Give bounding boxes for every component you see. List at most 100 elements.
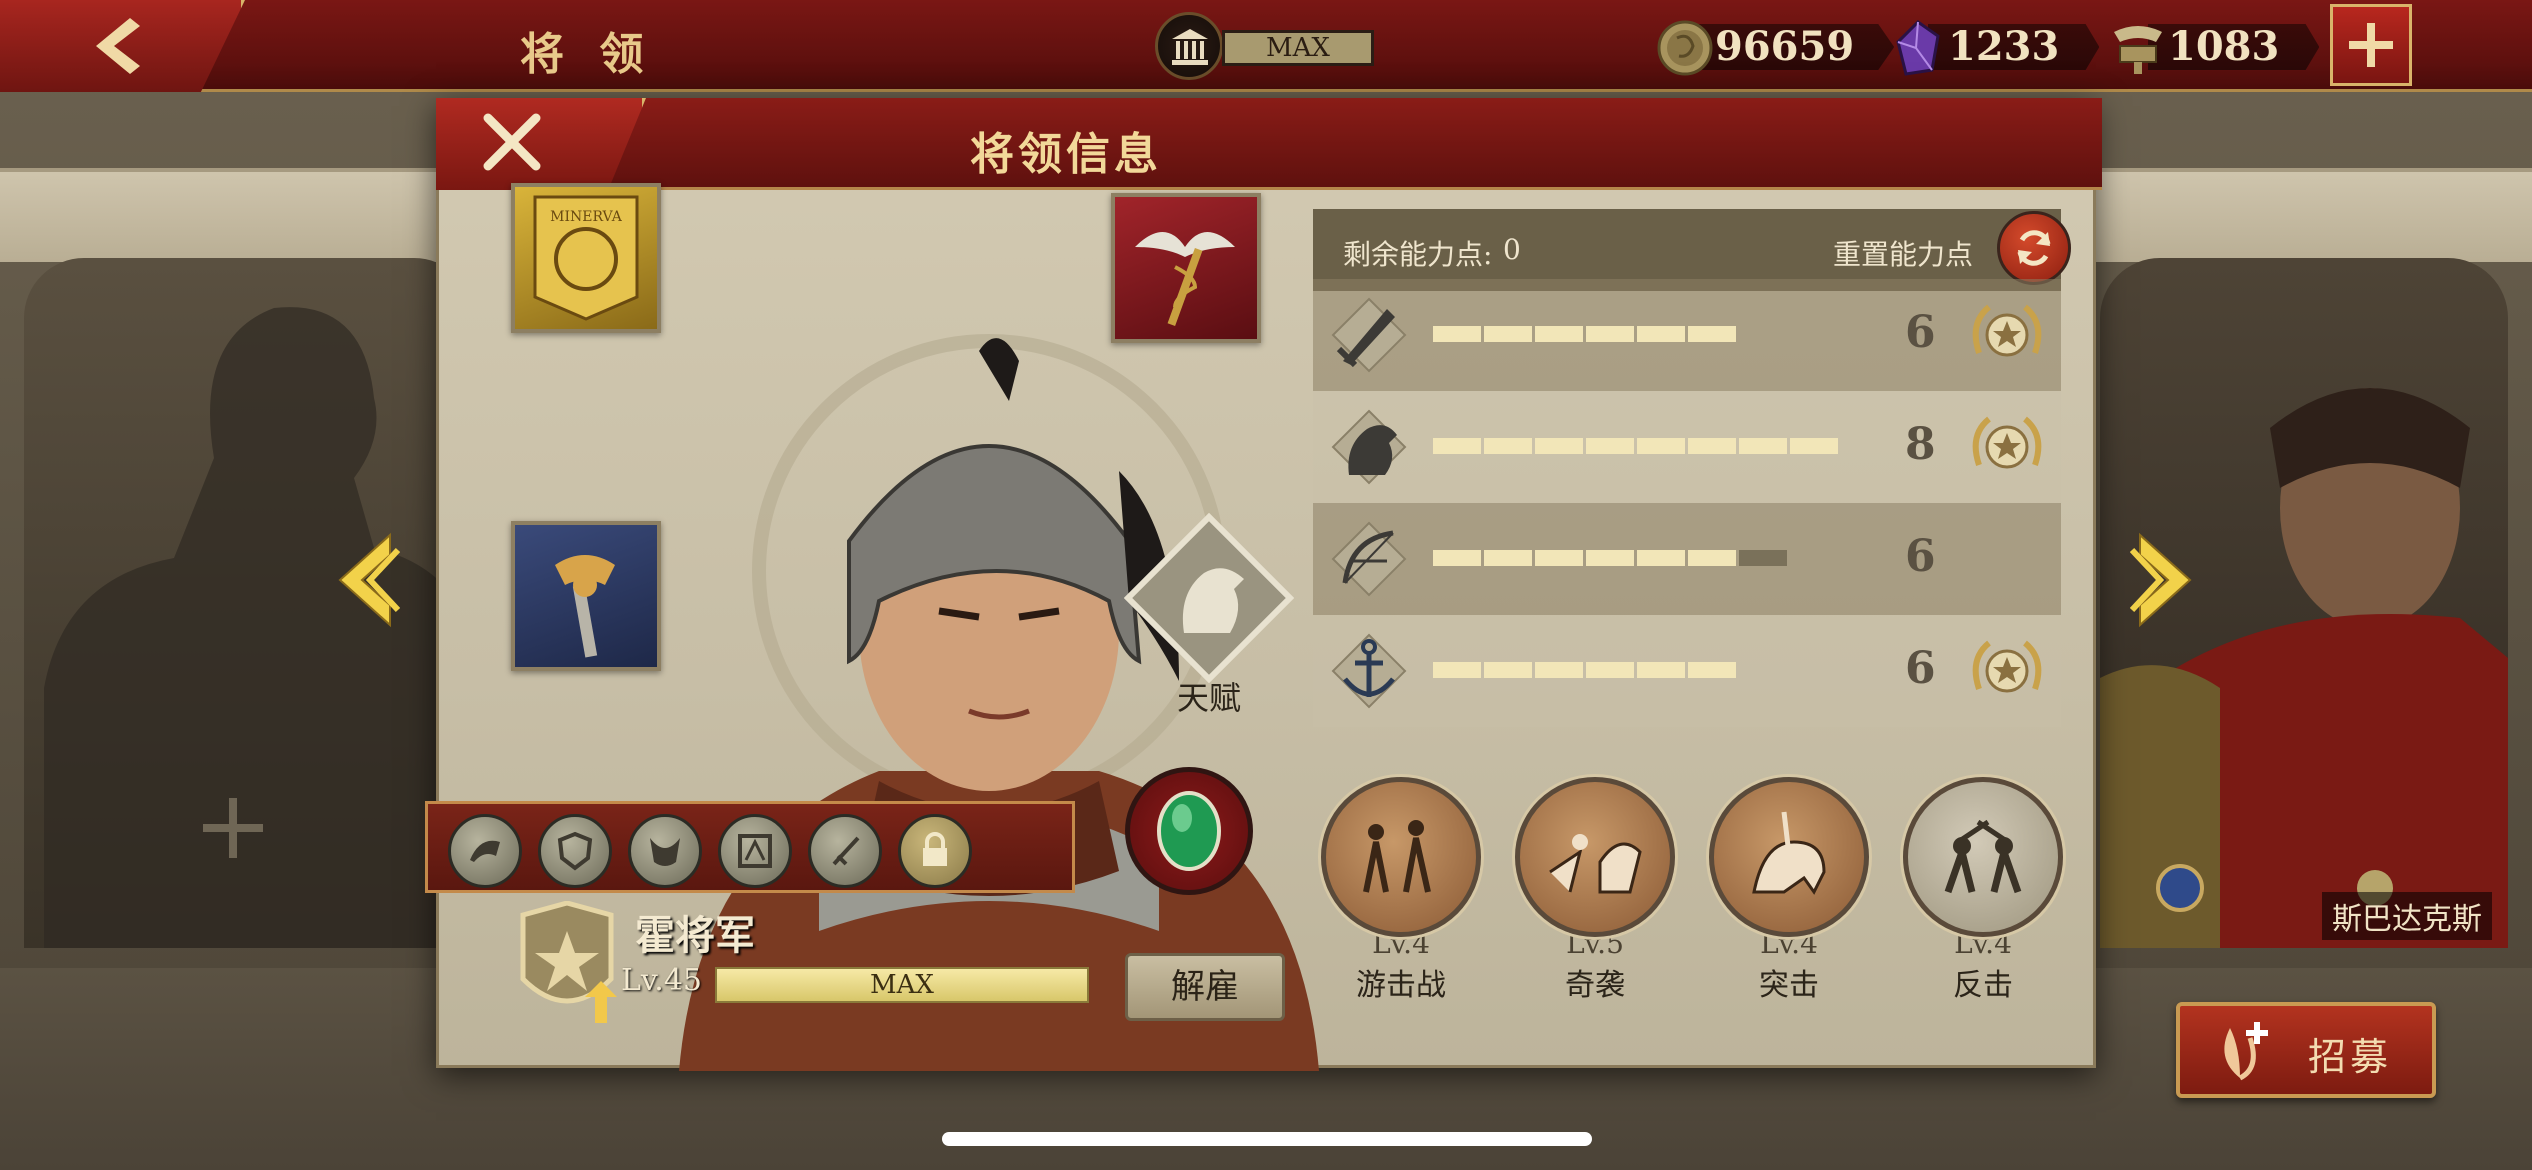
right-general-name: 斯巴达克斯 (2322, 892, 2492, 940)
resource-spqr: 1083 (2108, 14, 2320, 78)
experience-bar: MAX (715, 967, 1089, 1003)
add-resource-button[interactable] (2330, 4, 2412, 86)
prev-general-arrow-icon[interactable] (330, 530, 400, 630)
tactic-assault[interactable]: Lv.4 突击 (1703, 777, 1875, 1004)
stat-row-navy: 6 (1313, 615, 2061, 727)
skill-slot-locked[interactable] (898, 814, 972, 888)
stat-value: 6 (1905, 643, 1936, 694)
anchor-icon (1331, 633, 1407, 709)
stat-segment (1688, 662, 1736, 678)
tactic-name: 奇袭 (1565, 968, 1625, 1003)
museum-icon (1172, 29, 1208, 65)
recruit-button[interactable]: 招募 (2176, 1002, 2436, 1098)
talent-label: 天赋 (1176, 679, 1241, 717)
stat-segment (1688, 438, 1736, 454)
stat-segment (1586, 326, 1634, 342)
museum-icon-badge[interactable] (1155, 12, 1223, 80)
tactic-coin (1709, 777, 1869, 937)
eagle-scepter-icon (555, 555, 615, 658)
stat-segment (1637, 326, 1685, 342)
game-screen: 斯巴达克斯 招募 将 领 MAX 96659 1233 1083 将领信息 MI… (0, 0, 2532, 1170)
stat-segment (1535, 550, 1583, 566)
refresh-icon (2017, 230, 2051, 266)
resource-coin-value: 96659 (1695, 24, 1895, 70)
stat-segment (1484, 438, 1532, 454)
gem-slot[interactable] (1125, 767, 1253, 895)
skill-strip (425, 801, 1075, 893)
skill-4-icon (738, 834, 772, 868)
modal-title: 将领信息 (970, 129, 1162, 180)
assault-icon (1752, 811, 1826, 895)
dismiss-button[interactable]: 解雇 (1125, 953, 1285, 1021)
horse-icon (1331, 409, 1407, 485)
back-button[interactable] (0, 0, 245, 92)
skill-2-icon (557, 831, 593, 871)
stat-segment (1484, 326, 1532, 342)
stat-segment (1433, 326, 1481, 342)
tactic-name: 反击 (1953, 968, 2013, 1003)
resource-crystal: 1233 (1888, 14, 2100, 78)
laurel-medal-icon[interactable] (1965, 405, 2049, 489)
home-indicator[interactable] (942, 1132, 1592, 1146)
back-arrow-icon (96, 18, 140, 74)
stat-segment (1535, 662, 1583, 678)
tactic-name: 游击战 (1356, 968, 1446, 1003)
resource-coin: 96659 (1655, 14, 1895, 78)
tactic-counterattack[interactable]: Lv.4 反击 (1897, 777, 2069, 1004)
laurel-plus-icon (2224, 1022, 2268, 1081)
stat-segment (1433, 662, 1481, 678)
emerald-gem-icon (1157, 791, 1221, 871)
tactic-guerrilla[interactable]: Lv.4 游击战 (1315, 777, 1487, 1004)
equip-slot-scepter[interactable] (511, 521, 661, 671)
lock-icon (923, 832, 947, 866)
sword-icon (1331, 297, 1407, 373)
stat-value: 6 (1905, 531, 1936, 582)
stat-value: 6 (1905, 307, 1936, 358)
skill-slot-3[interactable] (628, 814, 702, 888)
empty-general-slot[interactable] (24, 258, 474, 948)
general-level: Lv.45 (621, 963, 703, 998)
modal-header: 将领信息 (436, 98, 2102, 190)
skill-3-icon (650, 838, 680, 866)
laurel-medal-icon[interactable] (1965, 293, 2049, 377)
top-bar: 将 领 MAX 96659 1233 1083 (0, 0, 2532, 92)
skill-slot-1[interactable] (448, 814, 522, 888)
stat-row-archery: 6 (1313, 503, 2061, 615)
talent-button[interactable]: 天赋 (1109, 513, 1309, 717)
counterattack-icon (1944, 819, 2022, 894)
stat-segment (1637, 662, 1685, 678)
tactic-coin (1515, 777, 1675, 937)
minerva-banner-icon: MINERVA (533, 195, 639, 321)
points-label: 剩余能力点: (1343, 238, 1493, 271)
plus-icon (2349, 23, 2393, 67)
guerrilla-icon (1363, 820, 1431, 893)
close-icon (483, 113, 541, 171)
resource-crystal-value: 1233 (1928, 24, 2100, 70)
equip-slot-caduceus[interactable] (1111, 193, 1261, 343)
general-info-modal: 将领信息 MINERVA 天赋 霍将军 Lv.45 MAX 解雇 剩余能力点: … (425, 98, 2102, 1071)
stat-segment (1586, 662, 1634, 678)
silhouette-icon (44, 307, 474, 948)
close-button[interactable] (436, 98, 646, 190)
stat-value: 8 (1905, 419, 1936, 470)
museum-level-bar: MAX (1222, 30, 1374, 66)
ambush-icon (1549, 834, 1642, 894)
stat-segment (1535, 438, 1583, 454)
skill-slot-4[interactable] (718, 814, 792, 888)
stat-segment (1433, 550, 1481, 566)
horse-diamond-icon (1124, 513, 1294, 683)
tactic-ambush[interactable]: Lv.5 奇袭 (1509, 777, 1681, 1004)
next-general-arrow-icon[interactable] (2130, 530, 2200, 630)
laurel-medal-icon[interactable] (1965, 629, 2049, 713)
resource-spqr-value: 1083 (2148, 24, 2320, 70)
skill-slot-5[interactable] (808, 814, 882, 888)
reset-points-button[interactable] (1997, 211, 2071, 285)
equip-slot-banner[interactable]: MINERVA (511, 183, 661, 333)
skill-1-icon (470, 840, 500, 862)
tactic-coin (1321, 777, 1481, 937)
stat-row-attack: 6 (1313, 279, 2061, 391)
stat-segment (1433, 438, 1481, 454)
skill-slot-2[interactable] (538, 814, 612, 888)
points-value: 0 (1503, 233, 1521, 266)
tactic-name: 突击 (1759, 968, 1819, 1003)
